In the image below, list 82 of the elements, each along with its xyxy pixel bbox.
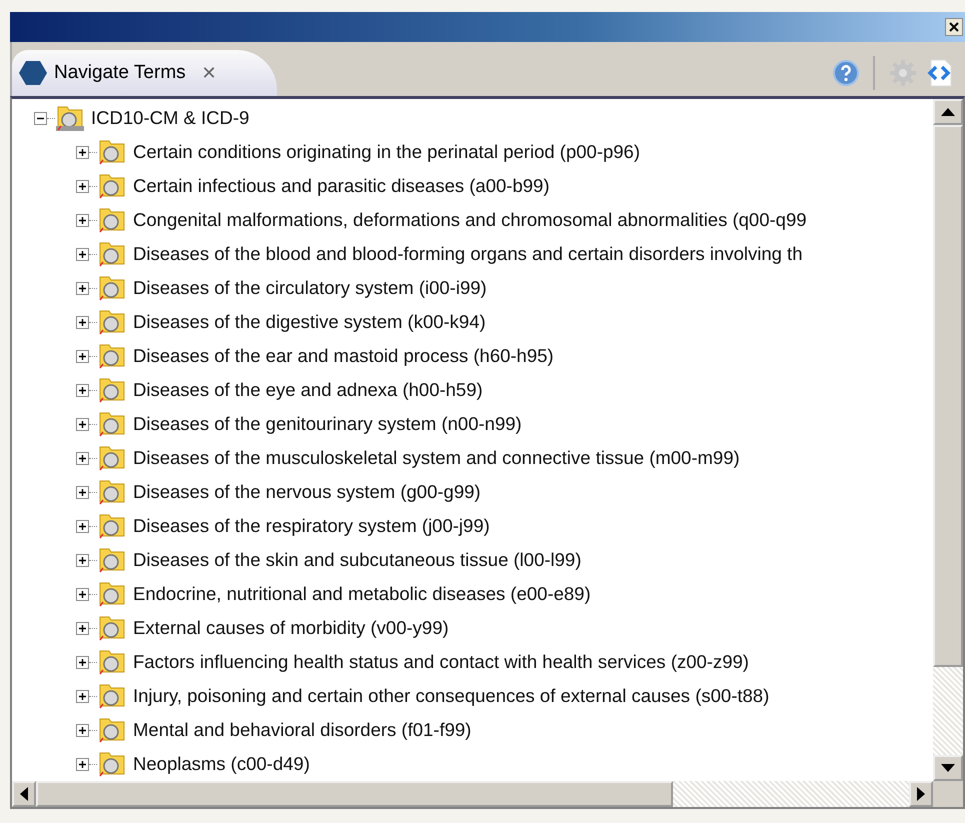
tree-item[interactable]: Diseases of the digestive system (k00-k94) [133,311,486,333]
right-arrow-icon [917,787,925,801]
scroll-up-button[interactable] [933,99,963,125]
folder-icon [97,648,127,676]
scrollbar-corner [933,781,963,807]
expand-toggle[interactable] [76,554,89,566]
folder-icon [97,580,127,608]
folder-icon [97,206,127,234]
expand-toggle[interactable] [76,418,89,430]
folder-icon [97,546,127,574]
tab-close-button[interactable]: ✕ [202,62,217,84]
folder-icon [97,274,127,302]
folder-icon [97,342,127,370]
tree-item[interactable]: Factors influencing health status and contact with health services (z00-z99) [133,651,749,673]
expand-toggle[interactable] [76,180,89,192]
expand-toggle[interactable] [76,350,89,362]
tree-item[interactable]: Diseases of the respiratory system (j00-j99) [133,515,490,537]
settings-icon [889,59,917,87]
folder-icon [97,308,127,336]
tree-item[interactable]: Diseases of the genitourinary system (n00-n99) [133,413,522,435]
expand-toggle[interactable] [76,656,89,668]
expand-toggle[interactable] [76,316,89,328]
tree-item[interactable]: Diseases of the eye and adnexa (h00-h59) [133,379,483,401]
scrollbar-thumb[interactable] [933,125,963,667]
scroll-down-button[interactable] [933,755,963,781]
folder-icon [97,478,127,506]
expand-toggle[interactable] [76,214,89,226]
help-icon [833,60,859,86]
tree-item[interactable]: Diseases of the musculoskeletal system and connective tissue (m00-m99) [133,447,740,469]
scroll-right-button[interactable] [909,781,933,807]
left-arrow-icon [20,787,28,801]
expand-toggle[interactable] [76,690,89,702]
expand-toggle[interactable] [76,724,89,736]
folder-icon [97,240,127,268]
expand-toggle[interactable] [76,146,89,158]
tree-item[interactable]: Certain infectious and parasitic diseases (a00-b99) [133,175,550,197]
tree-item[interactable]: Injury, poisoning and certain other consequences of external causes (s00-t88) [133,685,770,707]
folder-icon [97,614,127,642]
expand-toggle[interactable] [76,588,89,600]
expand-toggle[interactable] [76,622,89,634]
tree-item[interactable]: Mental and behavioral disorders (f01-f99) [133,719,472,741]
expand-toggle[interactable] [76,520,89,532]
folder-icon [97,716,127,744]
up-arrow-icon [941,108,955,116]
tree-item[interactable]: Diseases of the circulatory system (i00-i99) [133,277,487,299]
expand-toggle[interactable] [76,384,89,396]
close-icon [948,21,960,33]
folder-icon [97,750,127,778]
help-button[interactable] [833,60,859,86]
tab-label: Navigate Terms [54,62,186,84]
tree-item[interactable]: Diseases of the ear and mastoid process (h60-h95) [133,345,554,367]
tree-item[interactable]: Diseases of the blood and blood-forming organs and certain disorders involving th [133,243,802,265]
expand-toggle[interactable] [76,248,89,260]
tree-item[interactable]: Congenital malformations, deformations and chromosomal abnormalities (q00-q99 [133,209,807,231]
expand-toggle[interactable] [76,758,89,770]
code-button[interactable] [925,58,953,88]
tree-item[interactable]: Diseases of the skin and subcutaneous tissue (l00-l99) [133,549,582,571]
folder-icon [97,172,127,200]
expand-toggle[interactable] [76,486,89,498]
expand-toggle[interactable] [76,452,89,464]
tree-item[interactable]: External causes of morbidity (v00-y99) [133,617,449,639]
folder-icon [97,138,127,166]
folder-icon [55,104,85,132]
collapse-toggle[interactable] [34,112,47,124]
scrollbar-thumb[interactable] [36,781,674,807]
folder-icon [97,444,127,472]
folder-icon [97,376,127,404]
code-file-icon [925,58,953,88]
folder-icon [97,512,127,540]
view-tab[interactable]: Navigate Terms ✕ [12,50,277,96]
down-arrow-icon [941,764,955,772]
tree-item[interactable]: Diseases of the nervous system (g00-g99) [133,481,481,503]
tree-item[interactable]: Endocrine, nutritional and metabolic diseases (e00-e89) [133,583,591,605]
tree-item[interactable]: Neoplasms (c00-d49) [133,753,310,775]
expand-toggle[interactable] [76,282,89,294]
hexagon-icon [18,60,48,86]
folder-icon [97,682,127,710]
close-button[interactable] [945,18,963,36]
scroll-left-button[interactable] [12,781,36,807]
folder-icon [97,410,127,438]
tree-item[interactable]: ICD10-CM & ICD-9 [91,107,250,129]
tree-item[interactable]: Certain conditions originating in the perinatal period (p00-p96) [133,141,640,163]
